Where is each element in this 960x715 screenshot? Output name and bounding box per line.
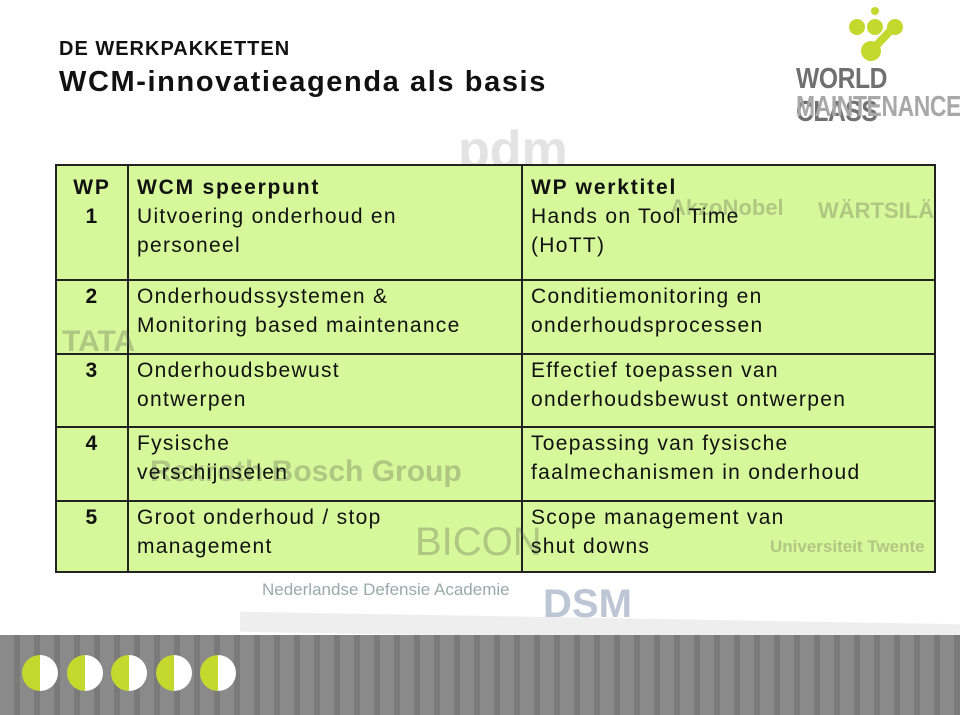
bg-logo-bicon: BICON [415, 520, 542, 564]
row-werktitel: onderhoudsprocessen [531, 314, 764, 337]
row-wp-number: 2 [85, 285, 99, 308]
satellite-icon [200, 655, 236, 691]
plug-icon [111, 655, 147, 691]
row-speerpunt: ontwerpen [137, 388, 247, 411]
row-wp-number: 3 [85, 359, 99, 382]
row-wp-number: 5 [85, 506, 99, 529]
bg-logo-utwente: Universiteit Twente [770, 537, 925, 556]
row-werktitel: Hands on Tool Time [531, 205, 740, 228]
row-speerpunt: personeel [137, 234, 241, 257]
row-werktitel: (HoTT) [531, 234, 606, 257]
row-werktitel: Conditiemonitoring en [531, 285, 763, 308]
bg-logo-nda: Nederlandse Defensie Academie [262, 580, 510, 599]
row-speerpunt: verschijnselen [137, 461, 289, 484]
row-werktitel: Scope management van [531, 506, 785, 529]
bg-logo-dsm: DSM [543, 582, 632, 626]
row-speerpunt: Monitoring based maintenance [137, 314, 461, 337]
header-werktitel: WP werktitel [531, 176, 678, 199]
row-speerpunt: Onderhoudsbewust [137, 359, 340, 382]
header-speerpunt: WCM speerpunt [137, 176, 321, 199]
werkpakketten-table: WP WCM speerpunt WP werktitel 1 Uitvoerin… [55, 164, 936, 573]
row-wp-number: 4 [85, 432, 99, 455]
header-wp: WP [73, 176, 111, 199]
row-werktitel: Effectief toepassen van [531, 359, 779, 382]
factory-icon [156, 655, 192, 691]
row-werktitel: faalmechanismen in onderhoud [531, 461, 861, 484]
row-speerpunt: Fysische [137, 432, 231, 455]
row-werktitel: shut downs [531, 535, 651, 558]
supertitle: DE WERKPAKKETTEN [59, 38, 291, 60]
row-speerpunt: Onderhoudssystemen & [137, 285, 389, 308]
page-title: WCM-innovatieagenda als basis [59, 66, 547, 98]
logo-dots-icon [849, 7, 903, 61]
row-werktitel: onderhoudsbewust ontwerpen [531, 388, 847, 411]
row-speerpunt: management [137, 535, 273, 558]
row-werktitel: Toepassing van fysische [531, 432, 789, 455]
row-wp-number: 1 [85, 205, 99, 228]
turbine-icon [67, 655, 103, 691]
bg-logo-wartsila: WÄRTSILÄ [818, 198, 935, 223]
bg-logo-tata: TATA [62, 325, 136, 358]
wcm-logo: WORLD CLASS MAINTENANCE [790, 5, 960, 130]
row-speerpunt: Groot onderhoud / stop [137, 506, 382, 529]
airplane-icon [22, 655, 58, 691]
logo-line2: MAINTENANCE [796, 91, 960, 123]
row-speerpunt: Uitvoering onderhoud en [137, 205, 397, 228]
